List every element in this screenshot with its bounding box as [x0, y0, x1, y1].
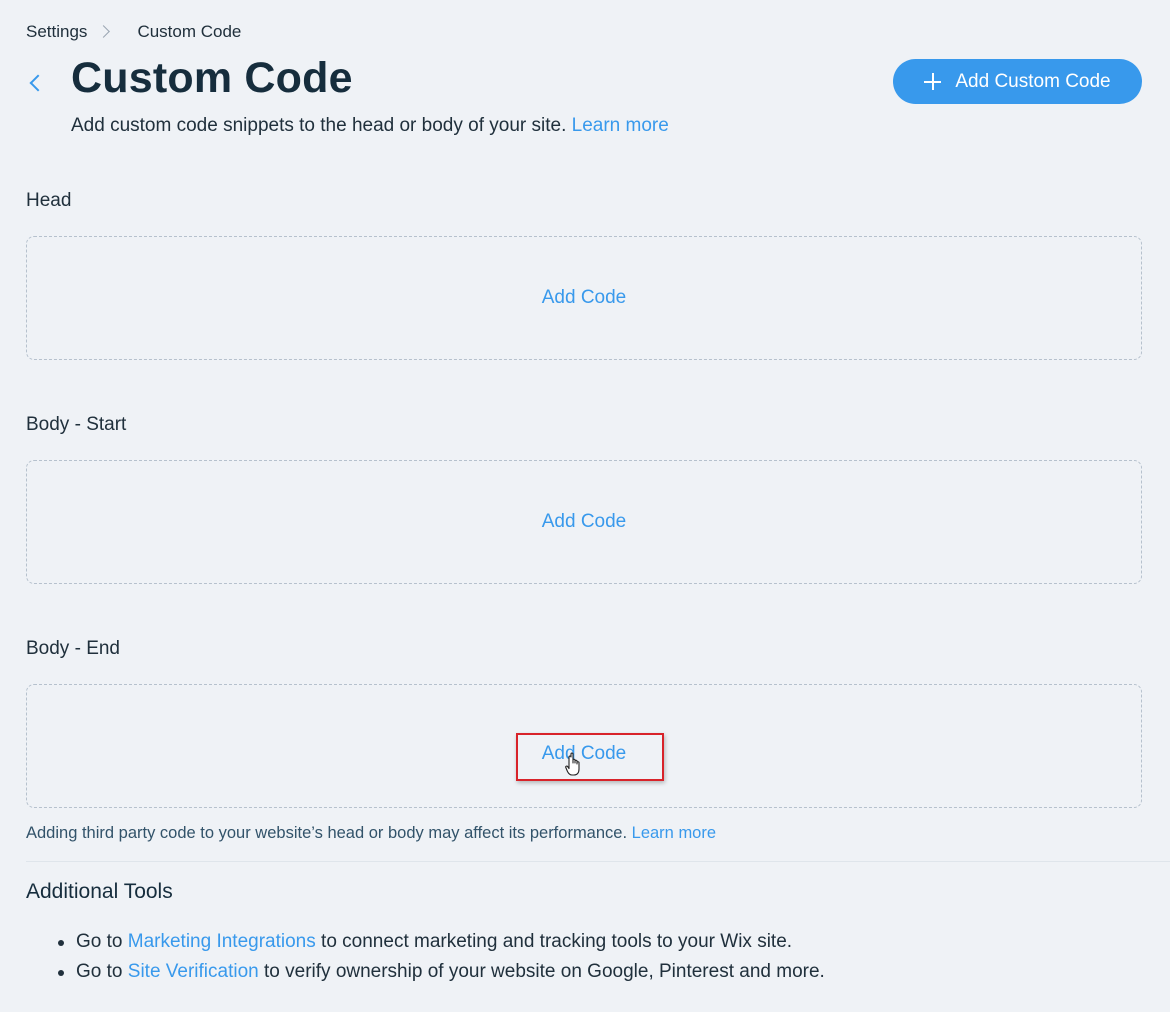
back-arrow-icon[interactable]: [24, 70, 48, 96]
divider: [26, 861, 1170, 862]
section-label-head: Head: [26, 190, 72, 211]
page-subtitle: Add custom code snippets to the head or …: [71, 115, 669, 137]
tool-prefix: Go to: [76, 931, 123, 952]
tool-prefix: Go to: [76, 961, 123, 982]
marketing-integrations-link[interactable]: Marketing Integrations: [128, 931, 316, 952]
subtitle-text: Add custom code snippets to the head or …: [71, 115, 567, 136]
add-code-head-button[interactable]: Add Code: [542, 287, 627, 309]
additional-tools-list: Go to Marketing Integrations to connect …: [56, 930, 825, 990]
learn-more-link[interactable]: Learn more: [572, 115, 669, 136]
breadcrumb-settings[interactable]: Settings: [26, 22, 87, 42]
add-code-body-start-button[interactable]: Add Code: [542, 511, 627, 533]
hand-cursor-icon: [565, 752, 580, 776]
code-dropzone-body-start: Add Code: [26, 460, 1142, 584]
code-dropzone-head: Add Code: [26, 236, 1142, 360]
warning-text: Adding third party code to your website’…: [26, 824, 628, 842]
warning-learn-more-link[interactable]: Learn more: [632, 824, 716, 842]
add-custom-code-button[interactable]: Add Custom Code: [893, 59, 1142, 104]
performance-warning: Adding third party code to your website’…: [26, 824, 716, 843]
tool-suffix: to connect marketing and tracking tools …: [321, 931, 793, 952]
section-label-body-start: Body - Start: [26, 414, 127, 435]
list-item: Go to Marketing Integrations to connect …: [56, 930, 825, 960]
list-item: Go to Site Verification to verify owners…: [56, 960, 825, 990]
code-dropzone-body-end: Add Code: [26, 684, 1142, 808]
page-title: Custom Code: [71, 54, 353, 102]
section-label-body-end: Body - End: [26, 638, 120, 659]
custom-code-page: Settings Custom Code Custom Code Add cus…: [0, 0, 1170, 1012]
plus-icon: [924, 73, 942, 90]
additional-tools-title: Additional Tools: [26, 880, 173, 903]
site-verification-link[interactable]: Site Verification: [128, 961, 259, 982]
tool-suffix: to verify ownership of your website on G…: [264, 961, 825, 982]
breadcrumb: Settings Custom Code: [26, 21, 241, 43]
add-custom-code-label: Add Custom Code: [955, 70, 1111, 92]
chevron-right-icon: [87, 21, 123, 43]
breadcrumb-current: Custom Code: [137, 22, 242, 41]
